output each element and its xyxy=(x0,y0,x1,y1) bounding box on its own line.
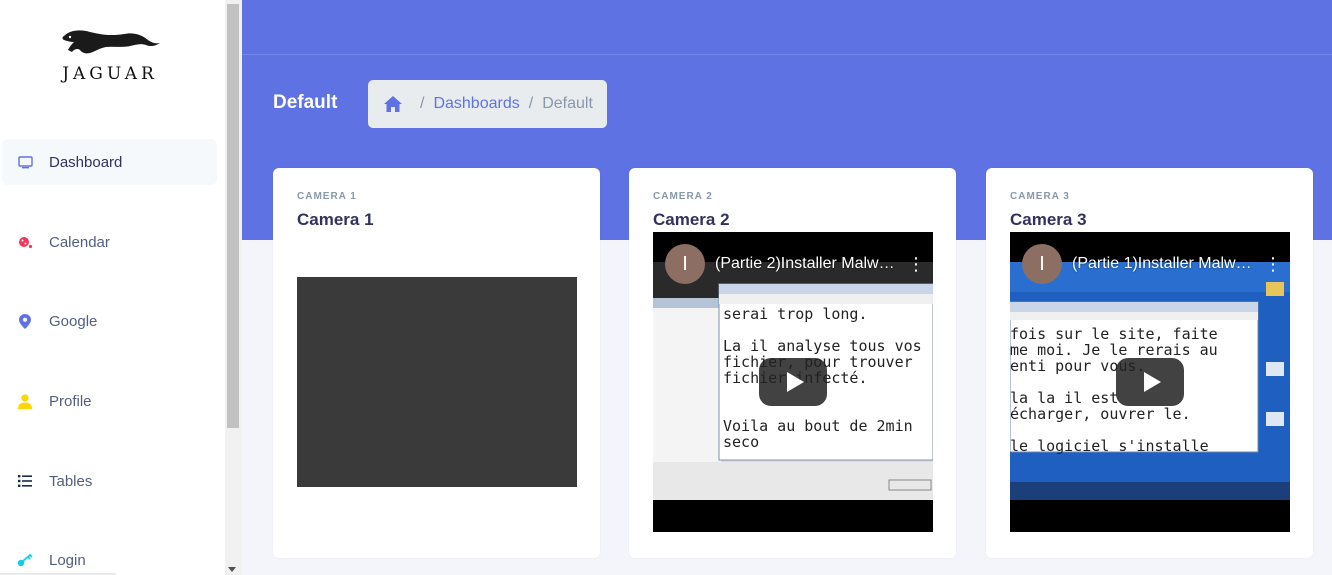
main-content: Default / Dashboards / Default Camera 1 … xyxy=(242,0,1332,575)
camera-feed[interactable] xyxy=(297,277,577,487)
planet-icon xyxy=(17,234,33,250)
card-subtitle: Camera 1 xyxy=(297,191,357,202)
sidebar-item-login[interactable]: Login xyxy=(2,537,217,575)
more-vert-icon[interactable]: ⋮ xyxy=(1264,254,1282,275)
card-title: Camera 1 xyxy=(297,210,374,229)
brand-logo[interactable]: JAGUAR xyxy=(50,26,170,88)
sidebar-item-google[interactable]: Google xyxy=(2,298,217,344)
sidebar-item-label: Login xyxy=(49,551,86,569)
video-title[interactable]: (Partie 2)Installer Malwarebytes xyxy=(715,255,901,273)
camera-card-2: Camera 2 Camera 2 serai trop long. La il… xyxy=(629,168,956,558)
sidebar-item-label: Dashboard xyxy=(49,153,123,171)
camera-card-3: Camera 3 Camera 3 fois sur le site, fait… xyxy=(986,168,1313,558)
more-vert-icon[interactable]: ⋮ xyxy=(907,254,925,275)
list-icon xyxy=(17,473,33,489)
video-player[interactable]: fois sur le site, faite me moi. Je le re… xyxy=(1010,232,1290,532)
video-title-bar: I (Partie 1)Installer Malwarebytes ⋮ xyxy=(1022,244,1282,284)
sidebar-item-tables[interactable]: Tables xyxy=(2,458,217,504)
sidebar-item-label: Calendar xyxy=(49,233,110,251)
scroll-down-arrow-icon[interactable] xyxy=(228,567,236,572)
topbar-divider xyxy=(242,54,1332,55)
brand-name: JAGUAR xyxy=(62,64,158,84)
sidebar-item-label: Tables xyxy=(49,472,93,490)
video-frame-text: fois sur le site, faite me moi. Je le re… xyxy=(1010,325,1218,455)
jaguar-logo-icon xyxy=(62,30,160,54)
sidebar-item-calendar[interactable]: Calendar xyxy=(2,219,217,265)
breadcrumb-current: Default xyxy=(542,95,593,112)
user-icon xyxy=(17,393,33,409)
play-button[interactable] xyxy=(759,358,827,406)
tv-icon xyxy=(17,154,33,170)
video-player[interactable]: serai trop long. La il analyse tous vos … xyxy=(653,232,933,532)
sidebar-item-label: Profile xyxy=(49,392,92,410)
channel-avatar[interactable]: I xyxy=(1022,244,1062,284)
play-icon xyxy=(786,372,804,392)
sidebar: JAGUAR Dashboard Calendar Google Profile xyxy=(0,0,225,575)
camera-card-1: Camera 1 Camera 1 xyxy=(273,168,600,558)
card-title: Camera 3 xyxy=(1010,210,1087,229)
breadcrumb-link-dashboards[interactable]: Dashboards xyxy=(433,95,519,113)
breadcrumb-separator: / xyxy=(528,95,534,112)
sidebar-scrollbar[interactable] xyxy=(225,0,242,575)
play-button[interactable] xyxy=(1116,358,1184,406)
home-icon[interactable] xyxy=(384,96,402,112)
breadcrumb-separator: / xyxy=(420,95,425,112)
card-subtitle: Camera 2 xyxy=(653,191,713,202)
breadcrumb: / Dashboards / Default xyxy=(368,80,607,128)
page-title: Default xyxy=(273,92,338,113)
channel-avatar[interactable]: I xyxy=(665,244,705,284)
card-title: Camera 2 xyxy=(653,210,730,229)
sidebar-item-label: Google xyxy=(49,312,98,330)
card-subtitle: Camera 3 xyxy=(1010,191,1070,202)
scrollbar-thumb[interactable] xyxy=(227,4,239,428)
sidebar-item-profile[interactable]: Profile xyxy=(2,378,217,424)
play-icon xyxy=(1143,372,1161,392)
pin-icon xyxy=(17,313,33,329)
video-title-bar: I (Partie 2)Installer Malwarebytes ⋮ xyxy=(665,244,925,284)
video-title[interactable]: (Partie 1)Installer Malwarebytes xyxy=(1072,255,1258,273)
sidebar-item-dashboard[interactable]: Dashboard xyxy=(2,139,217,185)
key-icon xyxy=(17,552,33,568)
